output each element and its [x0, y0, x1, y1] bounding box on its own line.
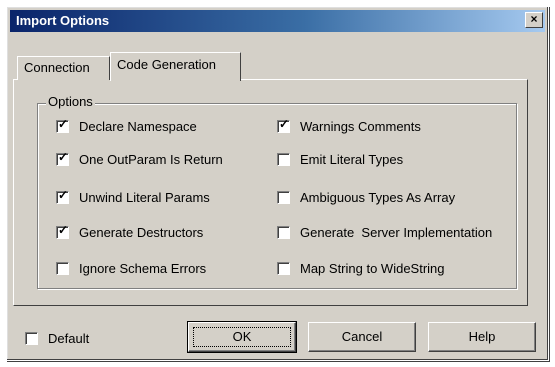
ambiguous-types-as-array-label: Ambiguous Types As Array — [300, 189, 456, 205]
ambiguous-types-as-array-checkbox[interactable] — [277, 190, 290, 204]
options-group-label: Options — [46, 94, 95, 109]
map-string-to-widestring-option[interactable]: Map String to WideString — [277, 259, 445, 277]
one-outparam-is-return-label: One OutParam Is Return — [79, 151, 223, 167]
generate-destructors-option[interactable]: ✓ Generate Destructors — [56, 223, 203, 241]
emit-literal-types-label: Emit Literal Types — [300, 151, 404, 167]
ok-button[interactable]: OK — [187, 321, 297, 353]
declare-namespace-label: Declare Namespace — [79, 118, 197, 134]
close-button[interactable]: × — [525, 12, 543, 28]
declare-namespace-checkbox[interactable]: ✓ — [56, 116, 69, 133]
close-icon: × — [530, 12, 538, 26]
unwind-literal-params-checkbox[interactable]: ✓ — [56, 187, 69, 204]
warnings-comments-checkbox[interactable]: ✓ — [277, 116, 290, 133]
map-string-to-widestring-label: Map String to WideString — [300, 260, 445, 276]
ok-button-label: OK — [232, 329, 252, 344]
warnings-comments-label: Warnings Comments — [300, 118, 421, 134]
generate-server-implementation-label: Generate Server Implementation — [300, 224, 493, 240]
help-button[interactable]: Help — [428, 322, 536, 352]
help-button-label: Help — [468, 329, 496, 344]
generate-destructors-checkbox[interactable]: ✓ — [56, 222, 69, 239]
declare-namespace-option[interactable]: ✓ Declare Namespace — [56, 117, 197, 135]
dialog-title: Import Options — [16, 13, 110, 28]
default-label: Default — [48, 330, 90, 346]
check-icon: ✓ — [58, 187, 69, 202]
tab-code-generation[interactable]: Code Generation — [110, 52, 241, 81]
tab-connection-label: Connection — [24, 60, 90, 75]
ignore-schema-errors-checkbox[interactable] — [56, 261, 69, 275]
check-icon: ✓ — [58, 222, 69, 237]
unwind-literal-params-option[interactable]: ✓ Unwind Literal Params — [56, 188, 210, 206]
cancel-button[interactable]: Cancel — [308, 322, 416, 352]
ignore-schema-errors-label: Ignore Schema Errors — [79, 260, 207, 276]
check-icon: ✓ — [58, 116, 69, 131]
ambiguous-types-as-array-option[interactable]: Ambiguous Types As Array — [277, 188, 455, 206]
emit-literal-types-option[interactable]: Emit Literal Types — [277, 150, 403, 168]
generate-server-implementation-option[interactable]: Generate Server Implementation — [277, 223, 492, 241]
check-icon: ✓ — [58, 149, 69, 164]
one-outparam-is-return-checkbox[interactable]: ✓ — [56, 149, 69, 166]
tab-code-generation-label: Code Generation — [117, 57, 217, 72]
ignore-schema-errors-option[interactable]: Ignore Schema Errors — [56, 259, 206, 277]
emit-literal-types-checkbox[interactable] — [277, 152, 290, 166]
default-checkbox[interactable] — [25, 331, 38, 345]
map-string-to-widestring-checkbox[interactable] — [277, 261, 290, 275]
title-bar[interactable]: Import Options — [10, 10, 545, 32]
generate-server-implementation-checkbox[interactable] — [277, 225, 290, 239]
generate-destructors-label: Generate Destructors — [79, 224, 204, 240]
tab-connection[interactable]: Connection — [17, 56, 110, 80]
unwind-literal-params-label: Unwind Literal Params — [79, 189, 210, 205]
check-icon: ✓ — [279, 116, 290, 131]
cancel-button-label: Cancel — [341, 329, 383, 344]
warnings-comments-option[interactable]: ✓ Warnings Comments — [277, 117, 421, 135]
one-outparam-is-return-option[interactable]: ✓ One OutParam Is Return — [56, 150, 223, 168]
default-option[interactable]: Default — [25, 329, 89, 347]
